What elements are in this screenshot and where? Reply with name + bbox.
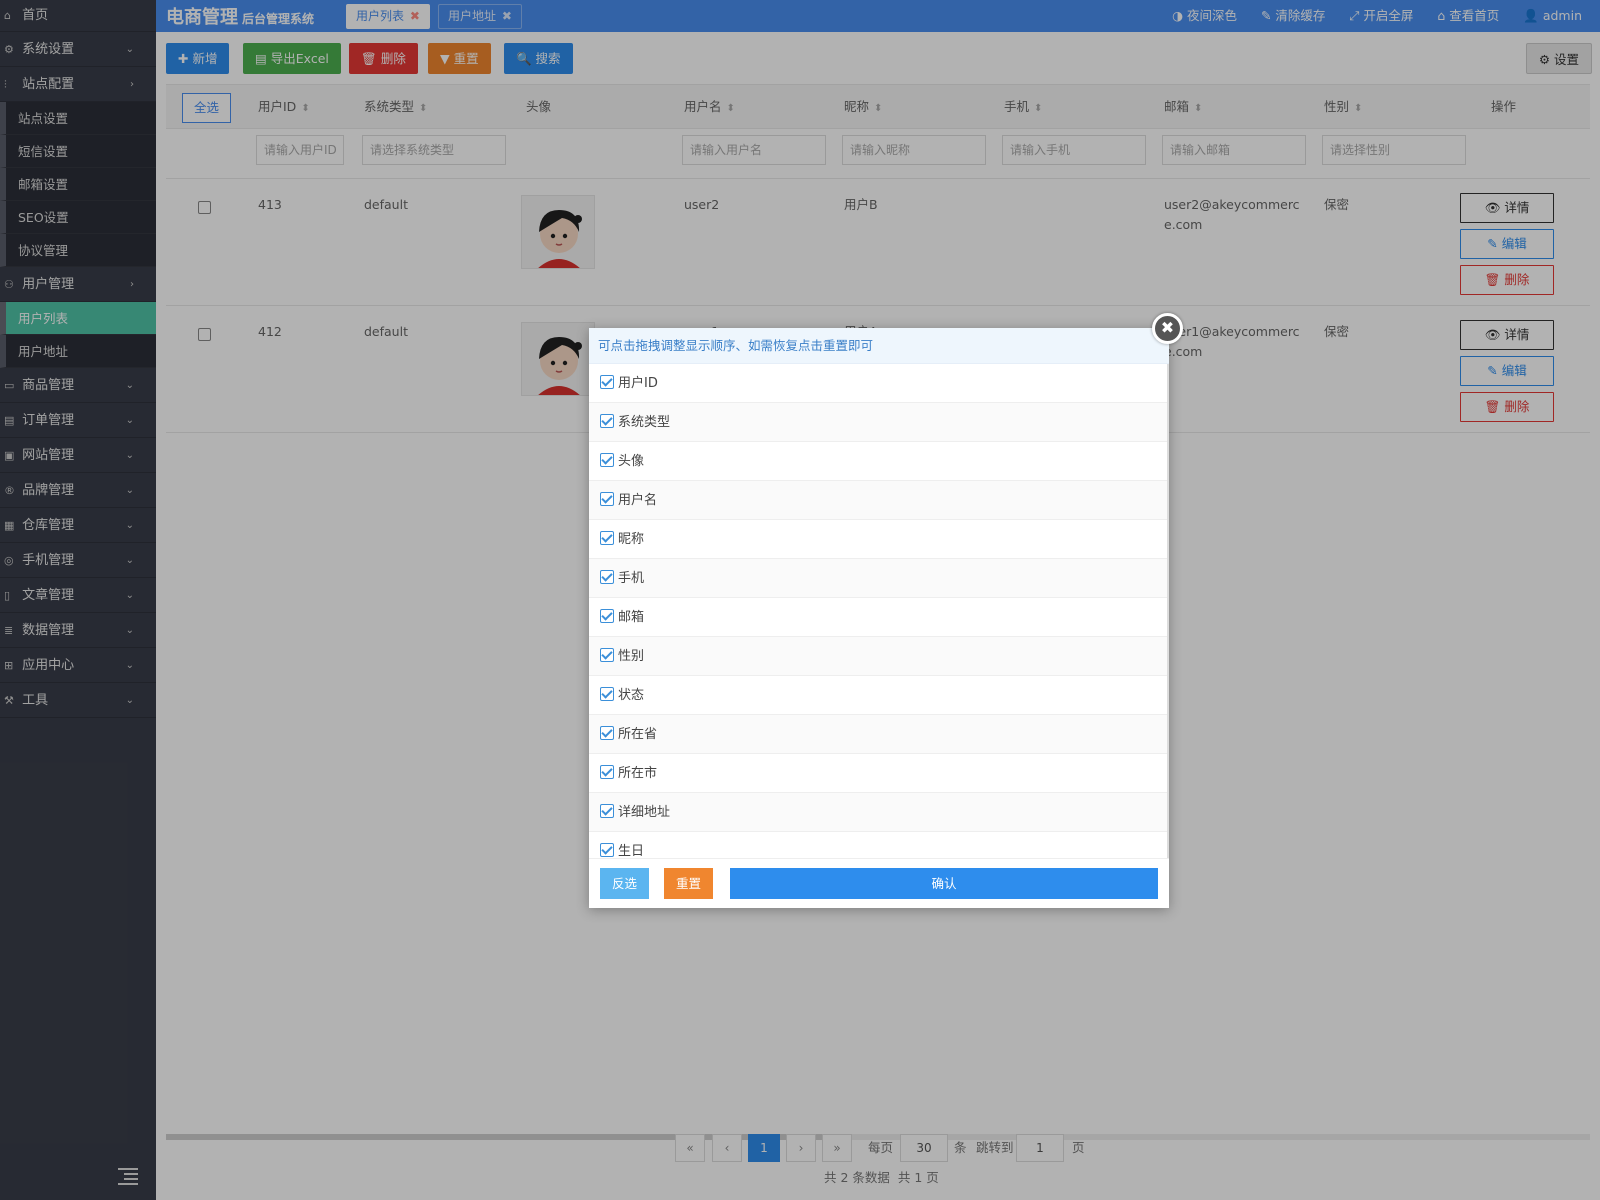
- column-option[interactable]: 邮箱: [589, 598, 1167, 637]
- confirm-button[interactable]: 确认: [730, 868, 1158, 899]
- checkbox-checked-icon[interactable]: [600, 570, 614, 584]
- column-option[interactable]: 所在市: [589, 754, 1167, 793]
- modal-close-icon[interactable]: ✖: [1152, 313, 1183, 344]
- column-option[interactable]: 昵称: [589, 520, 1167, 559]
- column-option-label: 手机: [618, 571, 645, 586]
- column-option-label: 头像: [618, 454, 645, 469]
- column-option[interactable]: 详细地址: [589, 793, 1167, 832]
- column-list[interactable]: 用户ID 系统类型 头像 用户名 昵称 手机 邮箱 性别 状态 所在省 所在市 …: [589, 364, 1169, 858]
- checkbox-checked-icon[interactable]: [600, 453, 614, 467]
- column-option[interactable]: 手机: [589, 559, 1167, 598]
- checkbox-checked-icon[interactable]: [600, 375, 614, 389]
- checkbox-checked-icon[interactable]: [600, 414, 614, 428]
- checkbox-checked-icon[interactable]: [600, 492, 614, 506]
- checkbox-checked-icon[interactable]: [600, 843, 614, 857]
- column-option-label: 性别: [618, 649, 645, 664]
- column-option-label: 生日: [618, 844, 645, 858]
- column-option[interactable]: 状态: [589, 676, 1167, 715]
- column-option-label: 详细地址: [618, 805, 671, 820]
- checkbox-checked-icon[interactable]: [600, 648, 614, 662]
- checkbox-checked-icon[interactable]: [600, 804, 614, 818]
- column-option-label: 用户ID: [618, 376, 658, 391]
- column-option-label: 昵称: [618, 532, 645, 547]
- column-option[interactable]: 头像: [589, 442, 1167, 481]
- column-option[interactable]: 性别: [589, 637, 1167, 676]
- checkbox-checked-icon[interactable]: [600, 609, 614, 623]
- checkbox-checked-icon[interactable]: [600, 765, 614, 779]
- column-settings-modal: 可点击拖拽调整显示顺序、如需恢复点击重置即可 用户ID 系统类型 头像 用户名 …: [589, 328, 1169, 908]
- column-option-label: 所在市: [618, 766, 658, 781]
- checkbox-checked-icon[interactable]: [600, 531, 614, 545]
- modal-tip: 可点击拖拽调整显示顺序、如需恢复点击重置即可: [589, 328, 1169, 364]
- column-option[interactable]: 用户ID: [589, 364, 1167, 403]
- invert-selection-button[interactable]: 反选: [600, 868, 649, 899]
- modal-footer: 反选 重置 确认: [589, 858, 1169, 908]
- column-option-label: 用户名: [618, 493, 658, 508]
- modal-reset-button[interactable]: 重置: [664, 868, 713, 899]
- checkbox-checked-icon[interactable]: [600, 726, 614, 740]
- checkbox-checked-icon[interactable]: [600, 687, 614, 701]
- column-option-label: 系统类型: [618, 415, 671, 430]
- column-option[interactable]: 用户名: [589, 481, 1167, 520]
- column-option[interactable]: 所在省: [589, 715, 1167, 754]
- column-option[interactable]: 生日: [589, 832, 1167, 858]
- column-option[interactable]: 系统类型: [589, 403, 1167, 442]
- column-option-label: 邮箱: [618, 610, 645, 625]
- column-option-label: 所在省: [618, 727, 658, 742]
- column-option-label: 状态: [618, 688, 645, 703]
